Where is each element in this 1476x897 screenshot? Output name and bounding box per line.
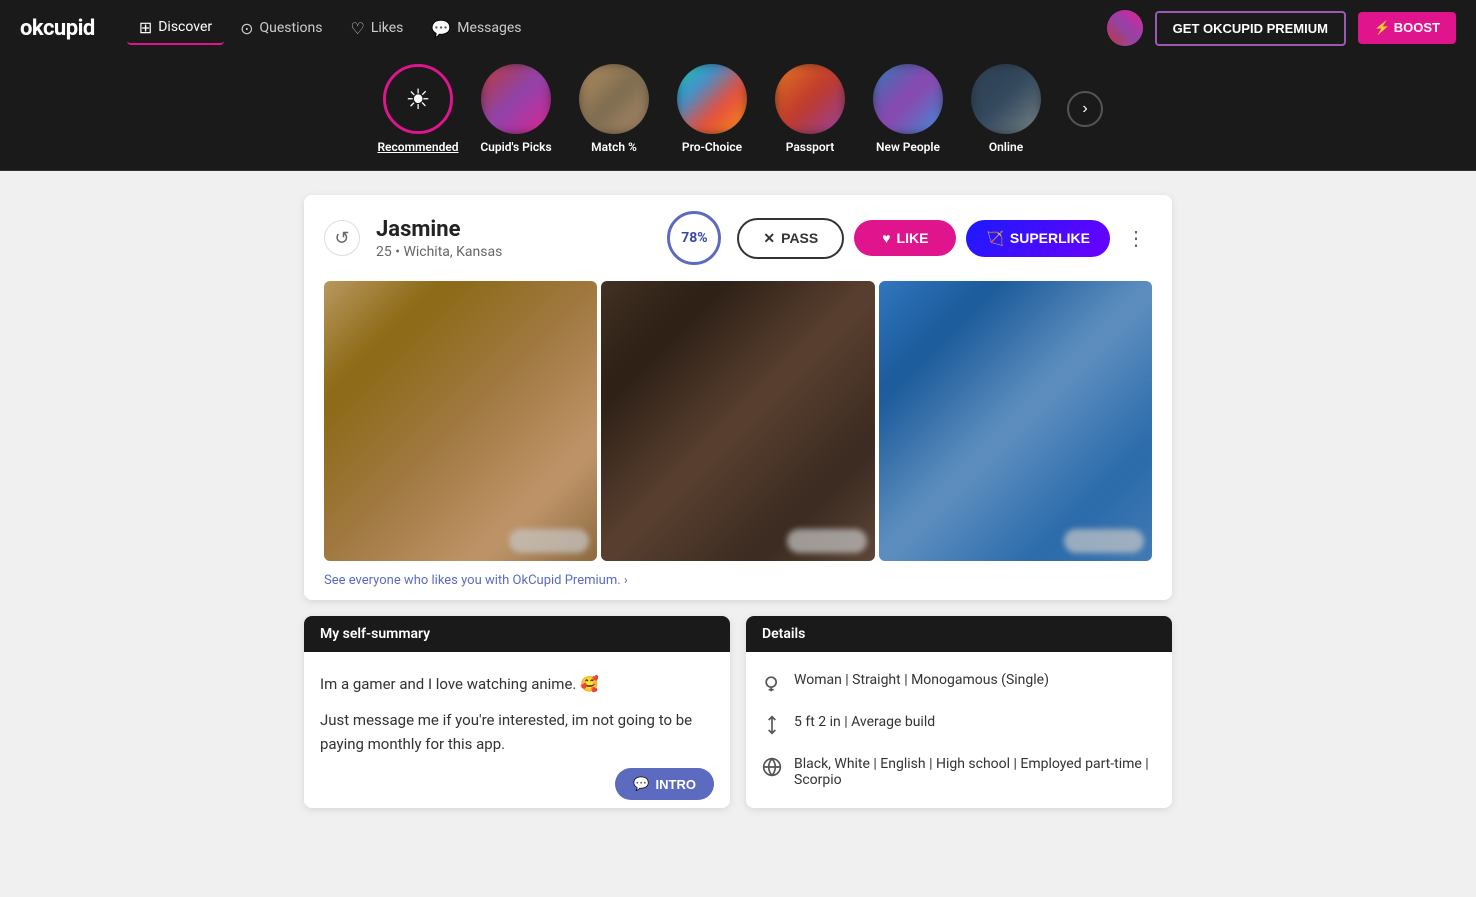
more-options-button[interactable]: ⋮	[1120, 222, 1152, 254]
messages-icon: 💬	[431, 19, 451, 38]
profile-card: ↺ Jasmine 25 • Wichita, Kansas 78% ✕ PAS…	[304, 195, 1172, 600]
category-online[interactable]: Online	[961, 64, 1051, 154]
self-summary-card: My self-summary Im a gamer and I love wa…	[304, 616, 730, 808]
category-thumb-recommended: ☀	[383, 64, 453, 134]
photo-1[interactable]	[324, 281, 597, 561]
category-thumb-match	[579, 64, 649, 134]
recommended-icon: ☀	[405, 83, 430, 116]
like-heart-icon: ♥	[882, 230, 890, 246]
app-logo: okcupid	[20, 16, 95, 41]
category-thumb-online	[971, 64, 1041, 134]
avatar[interactable]	[1107, 10, 1143, 46]
category-thumb-new-people	[873, 64, 943, 134]
category-label-recommended: Recommended	[377, 140, 458, 154]
topbar-right: GET OKCUPID PREMIUM ⚡ BOOST	[1107, 10, 1456, 46]
category-passport[interactable]: Passport	[765, 64, 855, 154]
category-new-people[interactable]: New People	[863, 64, 953, 154]
category-label-match: Match %	[591, 140, 637, 154]
nav-likes[interactable]: ♡ Likes	[338, 13, 415, 44]
gender-icon	[762, 673, 782, 698]
category-label-pro-choice: Pro-Choice	[682, 140, 742, 154]
profile-location: 25 • Wichita, Kansas	[376, 244, 651, 260]
nav-messages[interactable]: 💬 Messages	[419, 13, 533, 44]
detail-height: 5 ft 2 in | Average build	[762, 714, 1156, 740]
category-recommended[interactable]: ☀ Recommended	[373, 64, 463, 154]
category-thumb-passport	[775, 64, 845, 134]
profile-photos	[324, 281, 1152, 561]
intro-button[interactable]: 💬 INTRO	[615, 768, 714, 800]
category-match[interactable]: Match %	[569, 64, 659, 154]
topbar: okcupid ⊞ Discover ⊙ Questions ♡ Likes 💬…	[0, 0, 1476, 56]
details-list: Woman | Straight | Monogamous (Single) 5…	[762, 672, 1156, 788]
details-card: Details Woman | Straight | Monogamous (S…	[746, 616, 1172, 808]
photo-3[interactable]	[879, 281, 1152, 561]
detail-gender: Woman | Straight | Monogamous (Single)	[762, 672, 1156, 698]
boost-button[interactable]: ⚡ BOOST	[1358, 12, 1456, 44]
nav-discover[interactable]: ⊞ Discover	[127, 12, 224, 45]
category-thumb-pro-choice	[677, 64, 747, 134]
category-cupids-picks[interactable]: Cupid's Picks	[471, 64, 561, 154]
profile-info: Jasmine 25 • Wichita, Kansas	[376, 217, 651, 260]
category-bar: ☀ Recommended Cupid's Picks Match % Pro-…	[0, 56, 1476, 171]
superlike-button[interactable]: 🏹 SUPERLIKE	[966, 220, 1110, 257]
profile-header: ↺ Jasmine 25 • Wichita, Kansas 78% ✕ PAS…	[304, 195, 1172, 281]
height-icon	[762, 715, 782, 740]
main-nav: ⊞ Discover ⊙ Questions ♡ Likes 💬 Message…	[127, 12, 1083, 45]
pass-x-icon: ✕	[763, 230, 775, 247]
intro-chat-icon: 💬	[633, 776, 649, 792]
category-label-passport: Passport	[786, 140, 835, 154]
details-header: Details	[746, 616, 1172, 652]
premium-button[interactable]: GET OKCUPID PREMIUM	[1155, 11, 1346, 46]
category-label-online: Online	[989, 140, 1023, 154]
nav-questions[interactable]: ⊙ Questions	[228, 13, 334, 44]
likes-icon: ♡	[350, 19, 364, 38]
details-body: Woman | Straight | Monogamous (Single) 5…	[746, 652, 1172, 808]
discover-icon: ⊞	[139, 18, 152, 37]
self-summary-header: My self-summary	[304, 616, 730, 652]
category-label-cupids-picks: Cupid's Picks	[480, 140, 551, 154]
match-percentage: 78%	[667, 211, 721, 265]
profile-sections: My self-summary Im a gamer and I love wa…	[304, 616, 1172, 808]
category-label-new-people: New People	[876, 140, 940, 154]
undo-button[interactable]: ↺	[324, 220, 360, 256]
questions-icon: ⊙	[240, 19, 253, 38]
globe-icon	[762, 757, 782, 782]
premium-promo[interactable]: See everyone who likes you with OkCupid …	[304, 561, 1172, 600]
profile-name: Jasmine	[376, 217, 651, 242]
action-buttons: ✕ PASS ♥ LIKE 🏹 SUPERLIKE ⋮	[737, 218, 1152, 259]
superlike-icon: 🏹	[986, 230, 1003, 247]
main-content: ↺ Jasmine 25 • Wichita, Kansas 78% ✕ PAS…	[288, 195, 1188, 808]
category-next-button[interactable]: ›	[1067, 91, 1103, 127]
self-summary-body: Im a gamer and I love watching anime. 🥰 …	[304, 652, 730, 788]
like-button[interactable]: ♥ LIKE	[854, 220, 956, 256]
self-summary-text: Im a gamer and I love watching anime. 🥰 …	[320, 672, 714, 756]
pass-button[interactable]: ✕ PASS	[737, 218, 844, 259]
category-pro-choice[interactable]: Pro-Choice	[667, 64, 757, 154]
category-thumb-cupids-picks	[481, 64, 551, 134]
photo-2[interactable]	[601, 281, 874, 561]
detail-background: Black, White | English | High school | E…	[762, 756, 1156, 788]
